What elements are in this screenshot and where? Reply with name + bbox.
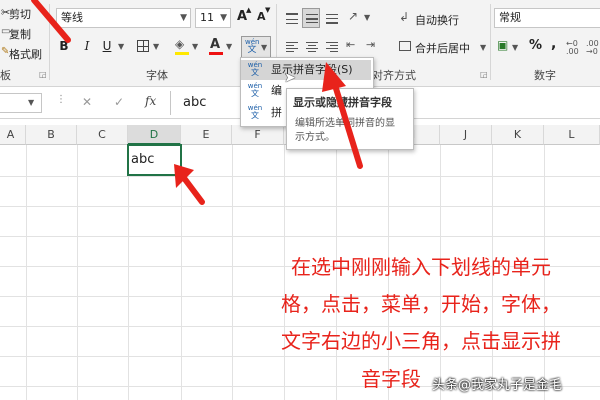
merge-center-button[interactable]: 合并后居中 ▼ <box>398 36 490 56</box>
align-middle-button[interactable] <box>302 8 320 28</box>
watermark: 头条@我家丸子是金毛 <box>432 378 563 393</box>
currency-icon: ▣ <box>497 38 509 52</box>
underline-button[interactable]: U <box>98 36 116 56</box>
caption-line-3: 文字右边的小三角，点击显示拼 <box>281 329 561 353</box>
chevron-down-icon: ▼ <box>226 42 233 51</box>
annotation-arrow-clipboard <box>31 0 71 43</box>
accounting-format-button[interactable]: ▣ ▼ <box>494 36 524 56</box>
number-group-label: 数字 <box>534 69 556 82</box>
increase-indent-icon[interactable]: ⇥ <box>366 38 375 51</box>
phonetic-icon: wén 文 <box>247 61 263 77</box>
chevron-down-icon[interactable]: ▼ <box>364 13 370 22</box>
wrap-text-label: 自动换行 <box>415 14 459 27</box>
merge-center-icon <box>399 41 411 51</box>
align-bottom-button[interactable] <box>322 8 340 28</box>
shrink-font-button[interactable]: A ▼ <box>256 6 272 26</box>
decrease-indent-icon[interactable]: ⇤ <box>346 38 355 51</box>
wrap-text-icon: ↲ <box>399 10 410 24</box>
align-middle-icon <box>306 13 318 24</box>
fill-color-button[interactable]: ◈ ▼ <box>172 36 202 56</box>
name-box[interactable]: ▼ <box>0 93 42 113</box>
dialog-launcher-icon[interactable]: ◲ <box>39 70 47 79</box>
decrease-decimal-icon[interactable]: .00 →0 <box>586 40 599 56</box>
menu-item-label: 编 <box>271 84 282 97</box>
caption-line-2: 格，点击，菜单，开始，字体， <box>281 292 561 316</box>
align-right-icon <box>326 42 338 52</box>
number-format-value: 常规 <box>499 11 521 24</box>
phonetic-icon: wén 文 <box>245 38 259 55</box>
cell-value: abc <box>131 152 155 167</box>
orientation-icon[interactable]: ↗ <box>348 9 358 23</box>
paint-bucket-icon: ◈ <box>175 37 185 51</box>
font-color-icon: A <box>210 37 221 52</box>
cancel-icon[interactable]: ✕ <box>82 95 92 109</box>
percent-icon: % <box>529 38 543 53</box>
chevron-down-icon: ▼ <box>512 43 519 52</box>
chevron-down-icon: ▼ <box>153 42 160 51</box>
chevron-down-icon: ▼ <box>220 13 227 23</box>
caption-line-1: 在选中刚刚输入下划线的单元 <box>291 255 551 279</box>
align-center-button[interactable] <box>302 36 320 56</box>
menu-item-label: 拼 <box>271 106 282 119</box>
font-group-label: 字体 <box>146 69 168 82</box>
increase-decimal-icon[interactable]: ←0.00 <box>566 40 579 56</box>
phonetic-edit-icon: wén 文 <box>247 82 263 98</box>
column-header-c[interactable]: C <box>77 125 128 145</box>
column-header-e[interactable]: E <box>181 125 232 145</box>
enter-icon[interactable]: ✓ <box>114 95 124 109</box>
borders-button[interactable]: ▼ <box>134 36 164 56</box>
column-header-d[interactable]: D <box>128 125 181 145</box>
border-grid-icon <box>137 40 149 52</box>
dialog-launcher-icon[interactable]: ◲ <box>480 70 488 79</box>
column-header-k[interactable]: K <box>492 125 544 145</box>
align-top-button[interactable] <box>282 8 300 28</box>
splitter-dots-icon[interactable]: ⋮ <box>56 94 66 105</box>
font-size-value: 11 <box>200 11 214 24</box>
align-top-icon <box>286 13 298 24</box>
chevron-down-icon: ▼ <box>180 13 187 23</box>
phonetic-icon-bottom: 文 <box>247 45 257 55</box>
phonetic-guide-button[interactable]: wén 文 ▼ <box>241 36 271 58</box>
insert-function-icon[interactable]: fx <box>145 94 156 108</box>
comma-style-button[interactable]: , <box>550 36 562 56</box>
phonetic-settings-icon: wén 文 <box>247 104 263 120</box>
chevron-down-icon: ▼ <box>480 43 487 52</box>
align-right-button[interactable] <box>322 36 340 56</box>
percent-button[interactable]: % <box>528 36 544 56</box>
chevron-down-icon: ▼ <box>28 98 35 107</box>
clipboard-group-label: 板 <box>0 69 11 82</box>
number-format-combo[interactable]: 常规 <box>494 8 600 28</box>
column-header-l[interactable]: L <box>544 125 600 145</box>
align-center-icon <box>306 42 318 52</box>
wrap-text-button[interactable]: ↲ 自动换行 <box>398 8 488 28</box>
font-size-combo[interactable]: 11 ▼ <box>195 8 231 28</box>
underline-icon: U <box>102 39 112 53</box>
merge-center-label: 合并后居中 <box>415 42 470 55</box>
chevron-down-icon: ▼ <box>261 43 268 52</box>
align-bottom-icon <box>326 13 338 24</box>
annotation-arrow-cell <box>174 164 205 205</box>
chevron-down-icon: ▼ <box>192 42 199 51</box>
chevron-down-icon[interactable]: ▼ <box>118 42 124 51</box>
align-left-button[interactable] <box>282 36 300 56</box>
comma-icon: , <box>551 36 557 52</box>
grow-font-button[interactable]: A ▲ <box>236 6 252 26</box>
column-header-b[interactable]: B <box>26 125 77 145</box>
align-left-icon <box>286 42 298 52</box>
formula-content: abc <box>183 95 207 110</box>
column-header-j[interactable]: J <box>440 125 492 145</box>
column-header-a[interactable]: A <box>0 125 26 145</box>
annotation-arrow-menu <box>322 62 363 169</box>
mouse-cursor-icon: ➤ <box>284 70 296 86</box>
font-color-button[interactable]: A ▼ <box>206 36 236 56</box>
column-header-f[interactable]: F <box>232 125 284 145</box>
